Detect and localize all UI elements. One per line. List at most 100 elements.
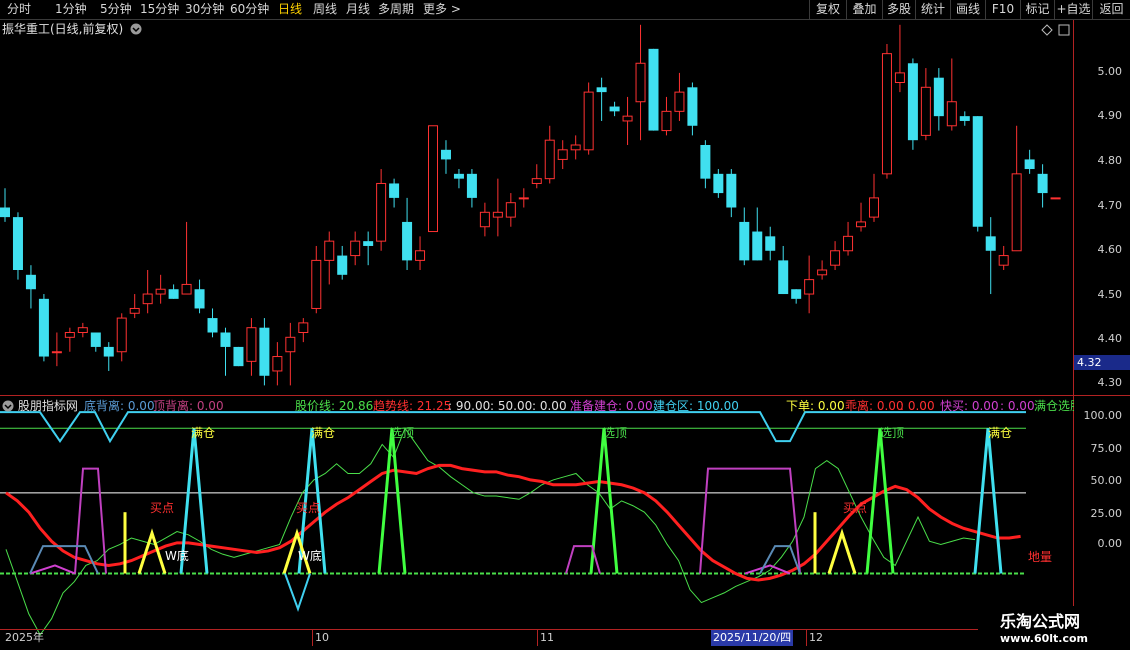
candle-body (907, 63, 918, 141)
ind-item-build-zone: 建仓区: 100.00 (653, 399, 739, 413)
label-wbottom-2: W底 (298, 549, 322, 563)
candle-body (363, 241, 374, 246)
ind-tick: 50.00 (1090, 474, 1123, 487)
candle-body (168, 289, 179, 299)
select-spike (377, 428, 407, 574)
candle-body (531, 178, 542, 184)
watermark-logo: 乐淘公式网 www.60lt.com (978, 606, 1128, 650)
label-select-2: 选顶 (603, 426, 628, 440)
candle-body (856, 221, 867, 228)
build-zone-line (0, 411, 1026, 444)
prepare-plateau (565, 545, 601, 574)
candle-body (843, 235, 854, 252)
label-buy-2: 买点 (296, 501, 321, 515)
candle-body (726, 173, 737, 208)
candle-body (570, 144, 581, 151)
label-select-1: 选顶 (390, 426, 415, 440)
fastbuy-line (744, 564, 791, 575)
candle-body (207, 318, 218, 333)
price-tick: 4.70 (1097, 199, 1123, 212)
ind-item-0: : 0.00 (532, 399, 567, 413)
wbottom-dip (284, 573, 311, 613)
candle-body (933, 77, 944, 117)
ind-item-prepare: 准备建仓: 0.00 (570, 399, 653, 413)
ind-tick: 75.00 (1090, 442, 1123, 455)
candle-body (635, 62, 646, 103)
candles-group (0, 24, 1061, 386)
candle-body (272, 356, 283, 372)
candle-body (350, 240, 361, 257)
label-full-1: 满仓 (191, 426, 216, 440)
label-full-3: 满仓 (988, 426, 1013, 440)
price-tick: 4.90 (1097, 109, 1123, 122)
indicator-group (0, 411, 1026, 636)
ind-tick: 100.00 (1083, 409, 1123, 422)
candle-body (972, 116, 983, 227)
candle-body (868, 197, 879, 218)
candle-body (25, 274, 36, 290)
chevron-down-icon[interactable] (2, 400, 14, 412)
ind-item-full-select: 满仓选股 (1034, 399, 1074, 413)
candle-body (778, 260, 789, 295)
candle-body (246, 327, 257, 362)
ind-item-bias2: : 0.00 (900, 399, 935, 413)
candle-body (194, 289, 205, 309)
ind-item-dingbeili: 顶背离: 0.00 (153, 399, 224, 413)
candle-body (830, 250, 841, 266)
candle-body (492, 211, 503, 218)
candle-body (51, 351, 62, 354)
price-tick: 4.50 (1097, 288, 1123, 301)
candle-body (298, 322, 309, 333)
ind-item-dibeili: 底背离: 0.00 (84, 399, 155, 413)
price-tick: 5.00 (1097, 65, 1123, 78)
ind-item-trend-line: 趋势线: 21.25 (373, 399, 452, 413)
candle-body (894, 72, 905, 83)
candle-body (985, 236, 996, 251)
candle-body (415, 250, 426, 261)
price-axis: 5.00 4.90 4.80 4.70 4.60 4.50 4.40 4.30 … (1074, 20, 1130, 395)
current-price-label: 4.32 (1074, 355, 1130, 370)
price-tick: 4.80 (1097, 154, 1123, 167)
ind-item-50: : 50.00 (490, 399, 533, 413)
candle-body (752, 231, 763, 261)
date-label-nov: 11 (537, 630, 554, 646)
candle-body (557, 149, 568, 160)
candle-body (90, 332, 101, 347)
candle-body (583, 91, 594, 151)
buy-spike (827, 528, 857, 574)
candle-body (804, 279, 815, 295)
label-full-2: 满仓 (311, 426, 336, 440)
candle-body (765, 236, 776, 251)
date-label-start: 2025年 (5, 631, 44, 644)
date-label-dec: 12 (806, 630, 823, 646)
candle-body (311, 259, 322, 309)
candle-body (376, 182, 387, 242)
candle-body (155, 288, 166, 295)
candle-body (998, 255, 1009, 266)
ind-item-price-line: 股价线: 20.86 (295, 399, 374, 413)
candle-body (38, 298, 49, 357)
label-buy-3: 买点 (843, 501, 868, 515)
candle-body (324, 240, 335, 261)
candle-body (0, 207, 10, 218)
candle-body (142, 293, 153, 305)
candle-body (1037, 173, 1048, 194)
candle-body (739, 221, 750, 261)
candle-body (1050, 197, 1061, 200)
prepare-plateau (699, 467, 801, 574)
candle-body (181, 283, 192, 295)
candle-body (609, 106, 620, 112)
candle-body (233, 346, 244, 367)
candle-body (129, 307, 140, 314)
candle-body (791, 289, 802, 299)
candle-body (453, 173, 464, 179)
candle-body (596, 87, 607, 93)
ind-item-fastbuy2: : 0.00 (1000, 399, 1035, 413)
candle-body (713, 173, 724, 194)
candle-body (103, 346, 114, 357)
candle-body (440, 149, 451, 160)
candle-body (648, 48, 659, 131)
ind-item-fastbuy: 快买: 0.00 (940, 399, 999, 413)
logo-name: 乐淘公式网 (1000, 612, 1081, 631)
price-tick: 4.60 (1097, 243, 1123, 256)
